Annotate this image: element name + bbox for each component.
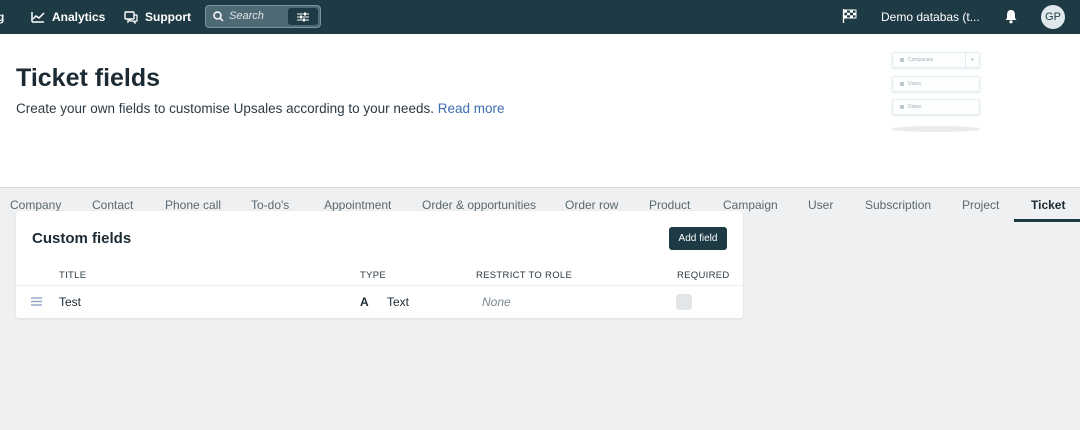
field-role: None: [482, 295, 511, 309]
required-checkbox[interactable]: [676, 294, 692, 310]
search-placeholder: Search: [229, 10, 264, 22]
drag-handle-icon[interactable]: [31, 297, 42, 306]
nav-item-partial[interactable]: g: [0, 0, 4, 34]
field-type: Text: [387, 295, 410, 309]
analytics-icon: [31, 12, 45, 23]
page-header: Ticket fields Create your own fields to …: [0, 34, 1080, 222]
column-header-restrict-role[interactable]: RESTRICT TO ROLE: [476, 270, 572, 281]
top-bar: g Analytics Support Search Demo databas …: [0, 0, 1080, 34]
divider: [16, 285, 743, 286]
calendar-icon: [900, 105, 904, 109]
user-icon: [900, 82, 904, 86]
building-icon: [900, 58, 904, 62]
illustration-field: Companies ▾: [892, 52, 980, 68]
avatar[interactable]: GP: [1041, 5, 1065, 29]
illustration-field: Users: [892, 76, 980, 92]
sliders-icon: [297, 12, 309, 21]
description-text: Create your own fields to customise Upsa…: [16, 101, 434, 116]
workspace-selector[interactable]: Demo databas (t...: [881, 10, 980, 24]
bell-icon[interactable]: [1004, 9, 1018, 24]
column-header-required[interactable]: REQUIRED: [677, 270, 730, 281]
field-title: Test: [59, 295, 82, 309]
active-tab-indicator: [1014, 219, 1080, 222]
search-icon: [213, 11, 224, 22]
nav-item-analytics[interactable]: Analytics: [31, 0, 105, 34]
read-more-link[interactable]: Read more: [438, 101, 505, 116]
tab-subscription[interactable]: Subscription: [865, 188, 931, 222]
search-input[interactable]: Search: [205, 5, 321, 28]
chevron-down-icon: ▾: [965, 53, 979, 67]
page-title: Ticket fields: [16, 64, 161, 92]
add-field-button[interactable]: Add field: [669, 227, 727, 250]
search-filter-button[interactable]: [288, 8, 318, 25]
nav-item-support[interactable]: Support: [124, 0, 191, 34]
custom-fields-card: Custom fields Add field TITLE TYPE RESTR…: [16, 211, 743, 318]
card-title: Custom fields: [32, 230, 132, 247]
page-description: Create your own fields to customise Upsa…: [16, 101, 505, 116]
illustration-field: Dates: [892, 99, 980, 115]
flag-icon[interactable]: [842, 9, 857, 23]
illustration-shadow: [892, 126, 980, 132]
tab-project[interactable]: Project: [962, 188, 999, 222]
support-chat-icon: [124, 10, 138, 24]
tab-user[interactable]: User: [808, 188, 833, 222]
column-header-title[interactable]: TITLE: [59, 270, 86, 281]
fields-illustration: Companies ▾ Users Dates: [892, 50, 982, 140]
tab-ticket[interactable]: Ticket: [1031, 188, 1065, 222]
nav-item-label: Analytics: [52, 10, 106, 24]
nav-item-label: Support: [145, 10, 191, 24]
column-header-type[interactable]: TYPE: [360, 270, 386, 281]
text-type-icon: A: [360, 295, 369, 309]
